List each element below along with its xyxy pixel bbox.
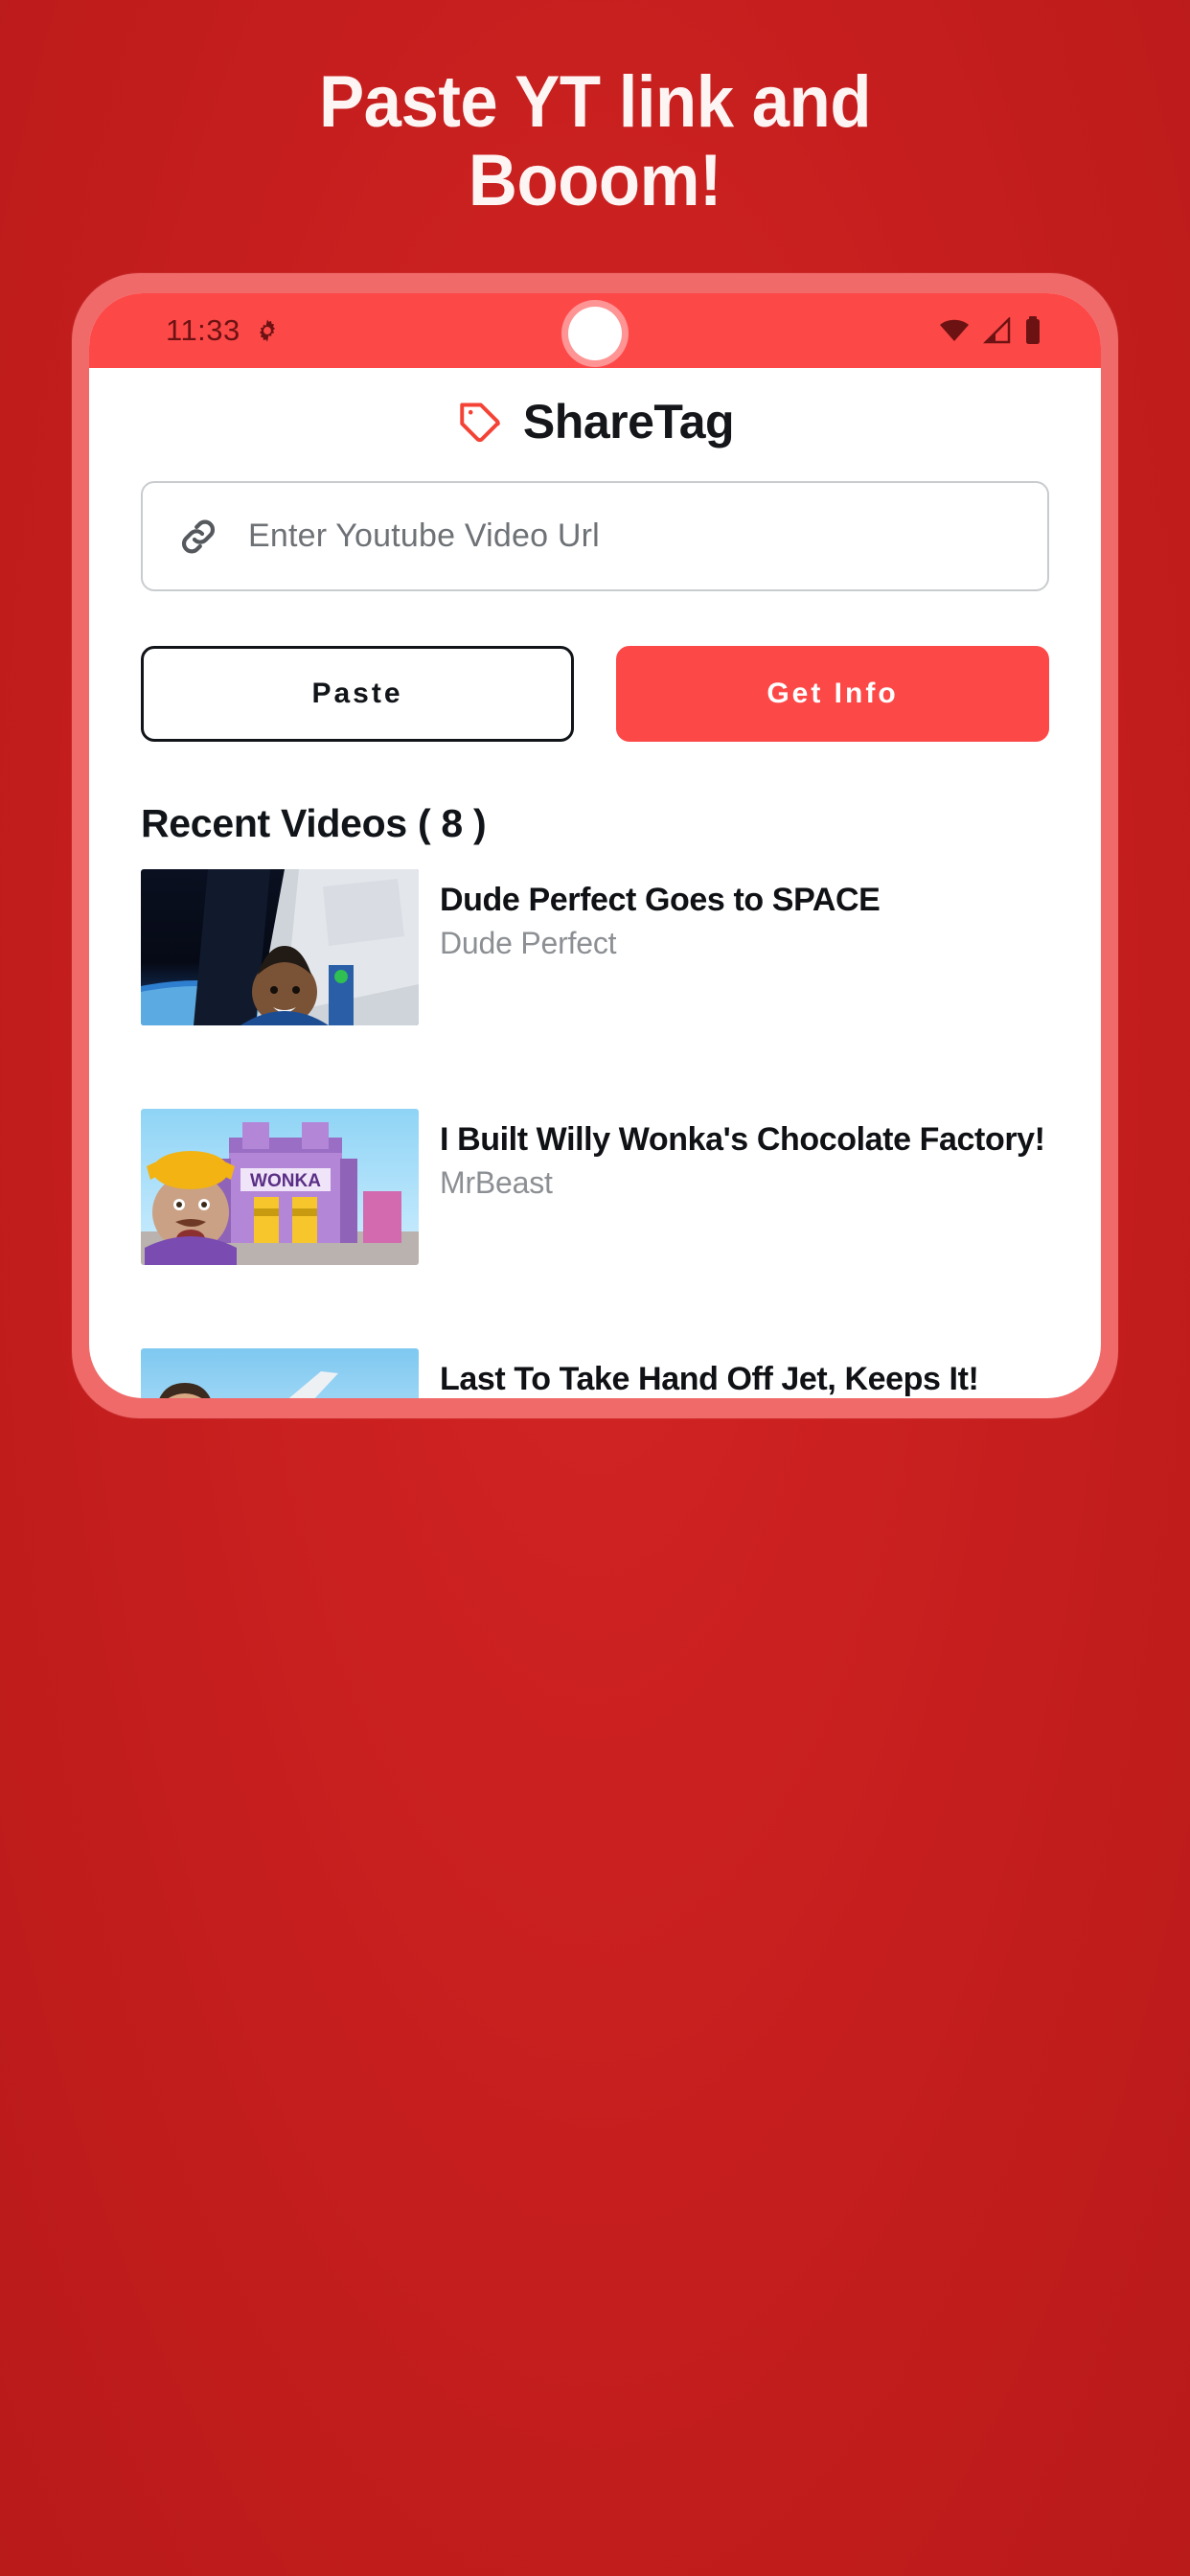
video-meta: I Built Willy Wonka's Chocolate Factory!…: [440, 1109, 1045, 1287]
video-thumbnail[interactable]: WONKA: [141, 1109, 419, 1265]
recent-videos-heading: Recent Videos ( 8 ): [141, 801, 487, 845]
video-thumbnail[interactable]: [141, 869, 419, 1025]
link-icon: [175, 514, 221, 560]
list-item[interactable]: Last To Take Hand Off Jet, Keeps It! MrB…: [141, 1348, 1049, 1398]
phone-screen: 11:33 ShareTag Enter Youtube Video Url P…: [89, 293, 1101, 1398]
phone-mockup-frame: 11:33 ShareTag Enter Youtube Video Url P…: [72, 273, 1118, 1418]
wifi-icon: [938, 317, 971, 344]
page-title: ShareTag: [522, 395, 735, 448]
get-info-button[interactable]: Get Info: [616, 646, 1049, 742]
promo-headline: Paste YT link and Booom!: [41, 61, 1148, 222]
list-item[interactable]: Dude Perfect Goes to SPACE Dude Perfect: [141, 869, 1049, 1047]
headline-line-2: Booom!: [468, 140, 722, 222]
app-header: ShareTag: [89, 368, 1101, 475]
status-bar: 11:33: [89, 293, 1101, 368]
status-bar-left: 11:33: [166, 293, 281, 368]
gear-icon: [254, 317, 281, 344]
video-meta: Last To Take Hand Off Jet, Keeps It! MrB…: [440, 1348, 979, 1398]
video-channel: MrBeast: [440, 1165, 553, 1201]
svg-text:WONKA: WONKA: [250, 1171, 321, 1191]
signal-icon: [983, 317, 1012, 344]
video-thumbnail[interactable]: [141, 1348, 419, 1398]
search-input-placeholder: Enter Youtube Video Url: [248, 518, 600, 554]
video-title: Last To Take Hand Off Jet, Keeps It!: [440, 1361, 979, 1397]
video-title: I Built Willy Wonka's Chocolate Factory!: [440, 1121, 1045, 1158]
recent-videos-list: Dude Perfect Goes to SPACE Dude Perfect: [89, 846, 1101, 1398]
search-input[interactable]: Enter Youtube Video Url: [141, 481, 1049, 591]
action-button-row: Paste Get Info: [89, 591, 1101, 742]
status-bar-right: [938, 293, 1041, 368]
camera-punch-hole: [568, 307, 622, 360]
video-title: Dude Perfect Goes to SPACE: [440, 882, 881, 918]
video-meta: Dude Perfect Goes to SPACE Dude Perfect: [440, 869, 881, 1047]
paste-button[interactable]: Paste: [141, 646, 574, 742]
video-channel: Dude Perfect: [440, 926, 617, 961]
url-input-container: Enter Youtube Video Url: [89, 475, 1101, 591]
tag-icon: [456, 398, 504, 446]
status-time: 11:33: [166, 313, 240, 347]
battery-icon: [1024, 316, 1041, 345]
headline-line-1: Paste YT link and: [318, 61, 872, 143]
list-item[interactable]: WONKA I Built Willy Wonka's Chocolate Fa…: [141, 1109, 1049, 1287]
